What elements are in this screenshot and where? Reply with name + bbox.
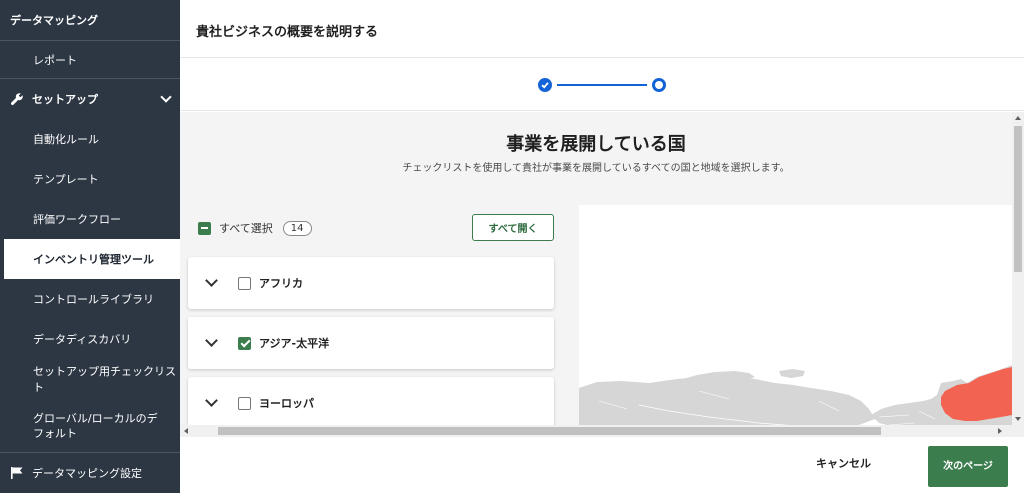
- chevron-down-icon[interactable]: [160, 91, 172, 103]
- scroll-right-icon[interactable]: [998, 428, 1002, 434]
- region-checkbox[interactable]: [238, 396, 251, 410]
- section-heading: 事業を展開している国: [506, 134, 686, 155]
- vertical-scrollbar[interactable]: [1012, 112, 1024, 425]
- flag-icon: [10, 466, 24, 480]
- expand-all-button[interactable]: すべて開く: [472, 214, 554, 241]
- select-all-checkbox[interactable]: [198, 221, 211, 235]
- step-connector: [557, 84, 647, 86]
- sidebar-item-label: レポート: [33, 53, 77, 67]
- region-label: アフリカ: [259, 277, 303, 290]
- wrench-icon: [10, 92, 24, 106]
- sidebar-title[interactable]: データマッピング: [0, 0, 180, 40]
- chevron-down-icon[interactable]: [205, 274, 218, 287]
- chevron-down-icon[interactable]: [205, 394, 218, 407]
- sidebar-item-setup-checklist[interactable]: セットアップ用チェックリスト: [0, 359, 180, 399]
- sidebar-item-templates[interactable]: テンプレート: [0, 159, 180, 199]
- sidebar-section-label: セットアップ: [32, 93, 98, 106]
- app-root: データマッピング レポート セットアップ 自動化ルール テンプレート 評価ワーク…: [0, 0, 1024, 493]
- sidebar-item-datamapping-settings[interactable]: データマッピング設定: [0, 453, 180, 493]
- sidebar-item-label: インベントリ管理ツール: [33, 253, 154, 266]
- sidebar-item-label: データディスカバリ: [33, 333, 132, 346]
- sidebar-item-label: セットアップ用チェックリスト: [33, 365, 176, 394]
- sidebar-section-setup[interactable]: セットアップ: [0, 79, 180, 119]
- region-label: アジア-太平洋: [259, 337, 330, 350]
- sidebar-item-label: グローバル/ローカルのデフォルト: [33, 412, 158, 440]
- region-item-europe[interactable]: ヨーロッパ: [188, 377, 554, 425]
- world-map[interactable]: [579, 205, 1012, 425]
- sidebar-item-label: 自動化ルール: [33, 133, 99, 146]
- step-current-icon: [652, 78, 666, 92]
- section-subheading: チェックリストを使用して貴社が事業を展開しているすべての国と地域を選択します。: [402, 163, 790, 174]
- sidebar-item-label: コントロールライブラリ: [33, 293, 154, 306]
- horizontal-scrollbar[interactable]: [180, 425, 1024, 437]
- sidebar-item-report[interactable]: レポート: [0, 41, 180, 78]
- sidebar-item-inventory-manager[interactable]: インベントリ管理ツール: [0, 239, 180, 279]
- selected-count-badge: 14: [282, 220, 312, 236]
- region-item-africa[interactable]: アフリカ: [188, 257, 554, 309]
- vertical-scroll-thumb[interactable]: [1014, 126, 1022, 272]
- select-all[interactable]: すべて選択 14: [198, 220, 312, 236]
- sidebar-item-label: データマッピング設定: [32, 467, 142, 480]
- sidebar-item-label: 評価ワークフロー: [33, 213, 121, 226]
- select-all-label: すべて選択: [219, 222, 273, 235]
- sidebar-item-automation-rules[interactable]: 自動化ルール: [0, 119, 180, 159]
- sidebar-item-data-discovery[interactable]: データディスカバリ: [0, 319, 180, 359]
- region-label: ヨーロッパ: [259, 397, 314, 410]
- footer: キャンセル 次のページ: [180, 437, 1024, 493]
- sidebar-item-label: テンプレート: [33, 173, 99, 186]
- sidebar-title-label: データマッピング: [10, 14, 98, 27]
- next-page-button[interactable]: 次のページ: [928, 446, 1008, 487]
- sidebar-item-assessment-workflow[interactable]: 評価ワークフロー: [0, 199, 180, 239]
- step-complete-icon: [538, 78, 552, 92]
- page-title: 貴社ビジネスの概要を説明する: [196, 25, 379, 40]
- scroll-up-icon[interactable]: [1015, 116, 1021, 120]
- sidebar-item-control-library[interactable]: コントロールライブラリ: [0, 279, 180, 319]
- region-checkbox[interactable]: [238, 336, 251, 350]
- world-map-graphic: [579, 365, 1012, 425]
- horizontal-scroll-thumb[interactable]: [218, 427, 881, 435]
- main-content: 事業を展開している国 チェックリストを使用して貴社が事業を展開しているすべての国…: [180, 112, 1012, 425]
- scroll-left-icon[interactable]: [184, 428, 188, 434]
- sidebar: データマッピング レポート セットアップ 自動化ルール テンプレート 評価ワーク…: [0, 0, 180, 493]
- stepper: [180, 59, 1024, 111]
- page-header: 貴社ビジネスの概要を説明する: [180, 0, 1024, 58]
- region-checkbox[interactable]: [238, 276, 251, 290]
- active-indicator: [0, 239, 4, 279]
- chevron-down-icon[interactable]: [205, 334, 218, 347]
- sidebar-item-global-local-defaults[interactable]: グローバル/ローカルのデフォルト: [0, 401, 180, 451]
- region-item-asia-pacific[interactable]: アジア-太平洋: [188, 317, 554, 369]
- cancel-button[interactable]: キャンセル: [816, 455, 871, 471]
- scroll-down-icon[interactable]: [1015, 417, 1021, 421]
